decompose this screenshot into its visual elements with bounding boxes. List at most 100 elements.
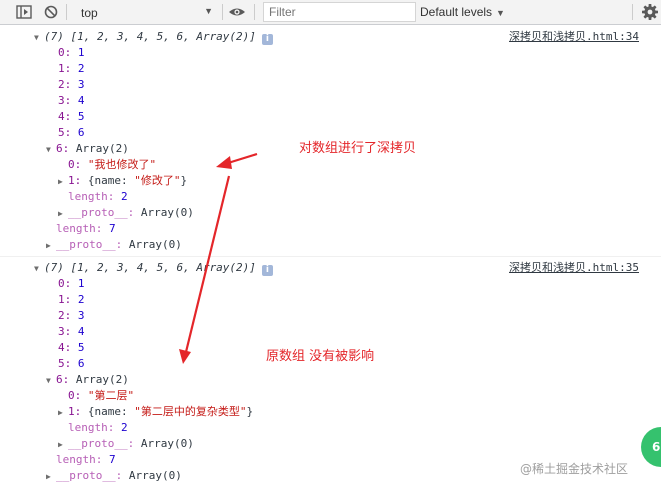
- item-key: 0:: [68, 389, 82, 402]
- item-key: 5:: [58, 357, 72, 370]
- item-key: 6:: [56, 142, 70, 155]
- context-selector[interactable]: top ▼: [72, 2, 220, 23]
- item-key: 1:: [58, 293, 72, 306]
- nested-item: 0: "第二层": [68, 388, 134, 404]
- array-item: 5: 6: [58, 356, 85, 372]
- item-key: __proto__:: [56, 469, 123, 482]
- item-value: 1: [77, 277, 85, 290]
- toggle-sidebar-icon[interactable]: [14, 2, 34, 22]
- collapsed-triangle-icon[interactable]: ▶: [58, 405, 68, 421]
- array-item: 1: 2: [58, 61, 85, 77]
- item-value: 4: [77, 325, 85, 338]
- item-value: Array(0): [128, 469, 182, 482]
- array-item: 5: 6: [58, 125, 85, 141]
- toolbar-divider: [222, 4, 223, 20]
- item-value: 2: [77, 62, 85, 75]
- gear-icon[interactable]: [640, 2, 660, 22]
- nested-length-row: length: 2: [68, 420, 128, 436]
- object-close: }: [180, 174, 188, 187]
- info-icon[interactable]: i: [261, 265, 273, 276]
- array-item: 2: 3: [58, 308, 85, 324]
- array-summary-text: (7) [1, 2, 3, 4, 5, 6, Array(2)]: [44, 30, 256, 43]
- collapsed-triangle-icon[interactable]: ▶: [58, 206, 68, 222]
- item-value: 6: [77, 357, 85, 370]
- item-key: 3:: [58, 325, 72, 338]
- item-value: "修改了": [134, 174, 181, 187]
- item-value: 5: [77, 341, 85, 354]
- collapsed-triangle-icon[interactable]: ▶: [46, 469, 56, 485]
- nested-proto-row[interactable]: ▶ __proto__: Array(0): [58, 436, 194, 452]
- item-key: 0:: [58, 46, 72, 59]
- item-key: 0:: [68, 158, 82, 171]
- nested-object-row[interactable]: ▶ 1: {name: "第二层中的复杂类型"}: [58, 404, 253, 420]
- source-link[interactable]: 深拷贝和浅拷贝.html:35: [509, 260, 639, 276]
- item-key: 1:: [58, 62, 72, 75]
- item-value: 1: [77, 46, 85, 59]
- proto-row[interactable]: ▶ __proto__: Array(0): [46, 237, 182, 253]
- item-value: 2: [120, 190, 128, 203]
- item-key: __proto__:: [68, 437, 135, 450]
- expanded-triangle-icon[interactable]: ▼: [46, 142, 56, 158]
- nested-array-label: Array(2): [75, 142, 129, 155]
- toolbar-divider: [66, 4, 67, 20]
- item-key: __proto__:: [68, 206, 135, 219]
- collapsed-triangle-icon[interactable]: ▶: [46, 238, 56, 254]
- item-value: 5: [77, 110, 85, 123]
- proto-row[interactable]: ▶ __proto__: Array(0): [46, 468, 182, 484]
- item-value: Array(0): [128, 238, 182, 251]
- console-message: ▼ (7) [1, 2, 3, 4, 5, 6, Array(2)] i 深拷贝和浅…: [0, 257, 661, 490]
- array-item: 4: 5: [58, 109, 85, 125]
- collapsed-triangle-icon[interactable]: ▶: [58, 174, 68, 190]
- length-row: length: 7: [56, 452, 116, 468]
- nested-array-label: Array(2): [75, 373, 129, 386]
- nested-array-row[interactable]: ▼ 6: Array(2): [46, 372, 129, 388]
- item-key: 3:: [58, 94, 72, 107]
- log-levels-label: Default levels: [420, 5, 493, 19]
- array-item: 3: 4: [58, 324, 85, 340]
- array-summary[interactable]: ▼ (7) [1, 2, 3, 4, 5, 6, Array(2)] i: [34, 260, 273, 276]
- item-key: 5:: [58, 126, 72, 139]
- collapsed-triangle-icon[interactable]: ▶: [58, 437, 68, 453]
- clear-console-icon[interactable]: [41, 2, 61, 22]
- item-value: 2: [77, 293, 85, 306]
- source-link[interactable]: 深拷贝和浅拷贝.html:34: [509, 29, 639, 45]
- length-row: length: 7: [56, 221, 116, 237]
- array-item: 2: 3: [58, 77, 85, 93]
- log-levels-dropdown[interactable]: Default levels ▼: [420, 5, 505, 19]
- item-value: 6: [77, 126, 85, 139]
- nested-array-row[interactable]: ▼ 6: Array(2): [46, 141, 129, 157]
- array-item: 0: 1: [58, 276, 85, 292]
- filter-input[interactable]: [263, 2, 416, 22]
- expanded-triangle-icon[interactable]: ▼: [46, 373, 56, 389]
- item-key: 1:: [68, 174, 82, 187]
- toolbar-divider: [632, 4, 633, 20]
- annotation-original-unaffected: 原数组 没有被影响: [266, 349, 375, 364]
- expanded-triangle-icon[interactable]: ▼: [34, 30, 44, 46]
- object-close: }: [246, 405, 254, 418]
- eye-icon[interactable]: [227, 2, 247, 22]
- chevron-down-icon: ▼: [496, 8, 505, 18]
- array-item: 4: 5: [58, 340, 85, 356]
- item-value: "第二层": [87, 389, 135, 402]
- item-key: __proto__:: [56, 238, 123, 251]
- chevron-down-icon: ▼: [204, 6, 213, 16]
- object-open: {name:: [87, 405, 135, 418]
- array-item: 3: 4: [58, 93, 85, 109]
- array-summary[interactable]: ▼ (7) [1, 2, 3, 4, 5, 6, Array(2)] i: [34, 29, 273, 45]
- item-value: 4: [77, 94, 85, 107]
- item-value: "我也修改了": [87, 158, 157, 171]
- array-summary-text: (7) [1, 2, 3, 4, 5, 6, Array(2)]: [44, 261, 256, 274]
- expanded-triangle-icon[interactable]: ▼: [34, 261, 44, 277]
- annotation-deep-copy: 对数组进行了深拷贝: [299, 141, 417, 156]
- item-key: length:: [56, 222, 103, 235]
- nested-item: 0: "我也修改了": [68, 157, 156, 173]
- item-value: 7: [108, 453, 116, 466]
- nested-proto-row[interactable]: ▶ __proto__: Array(0): [58, 205, 194, 221]
- item-key: 1:: [68, 405, 82, 418]
- watermark: @稀土掘金技术社区: [520, 462, 629, 476]
- nested-object-row[interactable]: ▶ 1: {name: "修改了"}: [58, 173, 187, 189]
- item-key: length:: [68, 190, 115, 203]
- nested-length-row: length: 2: [68, 189, 128, 205]
- toolbar-divider: [254, 4, 255, 20]
- info-icon[interactable]: i: [261, 34, 273, 45]
